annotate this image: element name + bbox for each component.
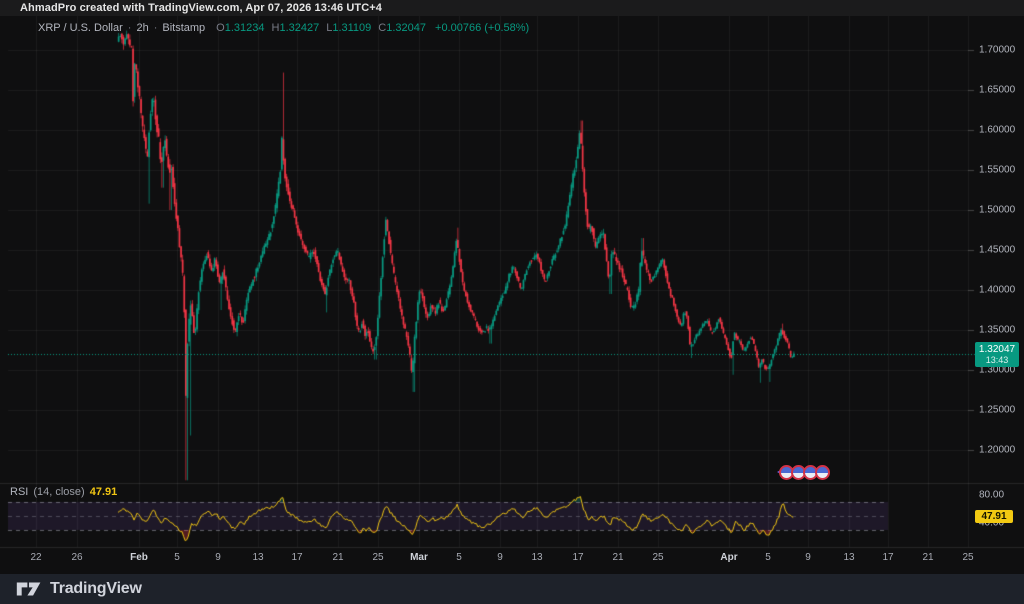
current-price-value: 1.32047 (978, 343, 1016, 355)
legend-separator: · (153, 22, 158, 34)
time-axis-label: 17 (572, 552, 584, 563)
time-axis-label: 25 (652, 552, 664, 563)
time-axis-label: 13 (252, 552, 264, 563)
change-value: +0.00766 (+0.58%) (435, 22, 530, 34)
time-axis-label: Feb (130, 552, 148, 563)
chart-canvas[interactable] (0, 0, 1024, 604)
tradingview-chart-window: AhmadPro created with TradingView.com, A… (0, 0, 1024, 604)
time-axis-label: 21 (922, 552, 934, 563)
rsi-axis-label: 80.00 (979, 489, 1005, 501)
symbol-title[interactable]: XRP / U.S. Dollar (38, 22, 123, 34)
watermark-bar: AhmadPro created with TradingView.com, A… (0, 0, 1024, 16)
rsi-value-label: 47.91 (975, 510, 1013, 524)
time-axis-label: 13 (531, 552, 543, 563)
time-axis-label: Mar (410, 552, 428, 563)
time-axis-label: Apr (720, 552, 738, 563)
time-axis-label: 9 (805, 552, 811, 563)
exchange-label[interactable]: Bitstamp (162, 22, 205, 34)
rsi-inline-value: 47.91 (89, 486, 118, 498)
symbol-legend: XRP / U.S. Dollar · 2h · Bitstamp O1.312… (38, 21, 529, 35)
legend-separator: · (127, 22, 132, 34)
open-value: 1.31234 (224, 22, 265, 34)
tradingview-logo-icon[interactable] (16, 579, 42, 599)
current-price-label: 1.32047 13:43 (975, 341, 1019, 368)
ohlc-readout: O1.31234 H1.32427 L1.31109 C1.32047 +0.0… (216, 22, 529, 34)
time-axis-label: 17 (291, 552, 303, 563)
rsi-params: (14, close) (33, 486, 85, 498)
price-axis-label: 1.45000 (979, 244, 1016, 256)
tradingview-wordmark[interactable]: TradingView (50, 580, 142, 598)
price-axis-label: 1.20000 (979, 444, 1016, 456)
sticker-icon[interactable] (815, 464, 830, 480)
price-axis-label: 1.50000 (979, 204, 1016, 216)
price-axis-label: 1.60000 (979, 124, 1016, 136)
time-axis-label: 5 (174, 552, 180, 563)
time-axis-label: 22 (30, 552, 42, 563)
time-axis-label: 21 (332, 552, 344, 563)
price-axis-label: 1.40000 (979, 284, 1016, 296)
low-value: 1.31109 (332, 22, 372, 34)
open-label: O (216, 22, 225, 34)
price-axis-label: 1.65000 (979, 84, 1016, 96)
interval-label[interactable]: 2h (136, 22, 148, 34)
time-axis-label: 26 (71, 552, 83, 563)
time-axis-label: 9 (497, 552, 503, 563)
time-axis-label: 13 (843, 552, 855, 563)
time-axis-label: 17 (882, 552, 894, 563)
price-axis-label: 1.70000 (979, 44, 1016, 56)
high-value: 1.32427 (279, 22, 320, 34)
time-axis-label: 25 (962, 552, 974, 563)
rsi-name[interactable]: RSI (10, 486, 28, 498)
price-axis-label: 1.25000 (979, 404, 1016, 416)
watermark-text: AhmadPro created with TradingView.com, A… (20, 2, 382, 14)
time-axis-label: 9 (215, 552, 221, 563)
close-value: 1.32047 (386, 22, 427, 34)
rsi-current-value: 47.91 (981, 511, 1007, 523)
bar-countdown: 13:43 (985, 355, 1009, 366)
footer-bar: TradingView (0, 574, 1024, 604)
time-axis-label: 25 (372, 552, 384, 563)
time-axis-label: 5 (765, 552, 771, 563)
time-axis-label: 21 (612, 552, 624, 563)
price-axis-label: 1.55000 (979, 164, 1016, 176)
price-axis-label: 1.35000 (979, 324, 1016, 336)
rsi-legend: RSI (14, close) 47.91 (10, 486, 117, 498)
time-axis-label: 5 (456, 552, 462, 563)
sticker-group[interactable] (777, 462, 830, 482)
